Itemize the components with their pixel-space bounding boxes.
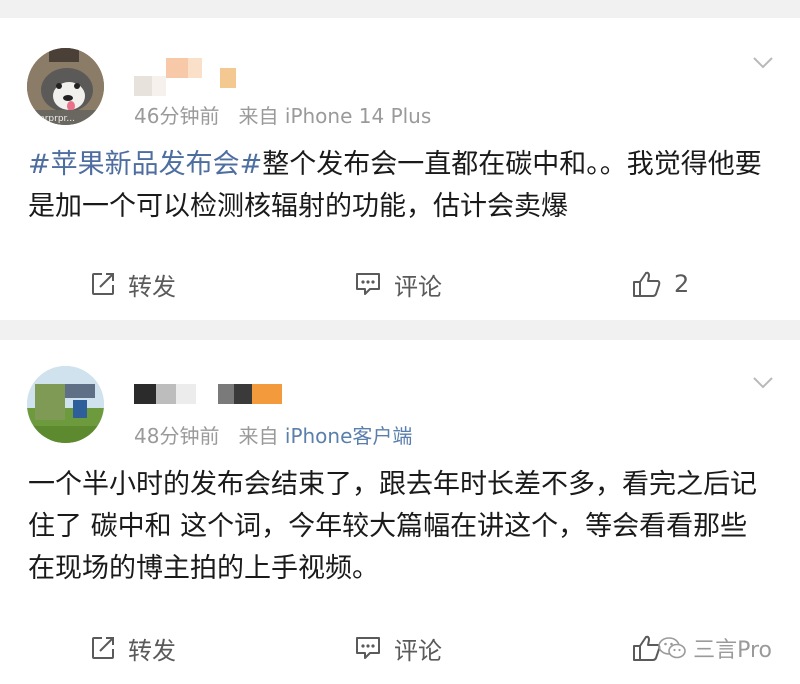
landscape-avatar-image [27, 366, 104, 443]
repost-label: 转发 [128, 272, 176, 301]
post-text: #苹果新品发布会#整个发布会一直都在碳中和。。我觉得他要是加一个可以检测核辐射的… [28, 144, 772, 228]
chevron-down-icon[interactable] [752, 56, 774, 70]
like-count: 2 [674, 270, 690, 298]
post-source: iPhone 14 Plus [284, 104, 432, 128]
username-blurred[interactable] [134, 58, 236, 96]
avatar[interactable]: prprpr... [27, 48, 104, 125]
wechat-icon [658, 637, 686, 659]
avatar-caption: prprpr... [39, 114, 75, 124]
post-time: 46分钟前 [134, 104, 220, 128]
comment-label: 评论 [394, 272, 442, 301]
topic-link[interactable]: #苹果新品发布会# [28, 149, 262, 180]
chevron-down-icon[interactable] [752, 376, 774, 390]
comment-button[interactable]: 评论 [354, 264, 442, 304]
post-text: 一个半小时的发布会结束了，跟去年时长差不多，看完之后记住了 碳中和 这个词，今年… [28, 464, 772, 590]
source-prefix: 来自 [238, 104, 279, 128]
post-meta: 46分钟前 来自 iPhone 14 Plus [134, 100, 431, 129]
repost-label: 转发 [128, 636, 176, 665]
post-source[interactable]: iPhone客户端 [285, 424, 413, 448]
comment-button[interactable]: 评论 [354, 628, 442, 668]
watermark-text: 三言Pro [693, 638, 772, 663]
comment-label: 评论 [394, 636, 442, 665]
source-prefix: 来自 [238, 424, 279, 448]
watermark: 三言Pro [657, 628, 772, 668]
comment-icon [356, 637, 380, 659]
repost-button[interactable]: 转发 [90, 264, 176, 304]
post-body: 一个半小时的发布会结束了，跟去年时长差不多，看完之后记住了 碳中和 这个词，今年… [28, 469, 757, 584]
like-button[interactable]: 2 [632, 264, 689, 304]
comment-icon [356, 273, 380, 295]
post-time: 48分钟前 [134, 424, 220, 448]
repost-button[interactable]: 转发 [90, 628, 176, 668]
repost-icon [92, 273, 114, 295]
post-card[interactable]: 48分钟前 来自 iPhone客户端 一个半小时的发布会结束了，跟去年时长差不多… [0, 340, 800, 684]
repost-icon [92, 637, 114, 659]
husky-avatar-image: prprpr... [27, 48, 104, 125]
avatar[interactable] [27, 366, 104, 443]
post-meta: 48分钟前 来自 iPhone客户端 [134, 420, 412, 449]
action-bar: 转发 评论 2 [0, 264, 800, 304]
action-bar: 转发 评论 三言Pro [0, 628, 800, 668]
like-icon [633, 271, 661, 297]
post-card[interactable]: prprpr... 46分钟前 来自 iPhone 14 Plus #苹果新品发… [0, 18, 800, 320]
username-blurred[interactable] [134, 380, 282, 404]
